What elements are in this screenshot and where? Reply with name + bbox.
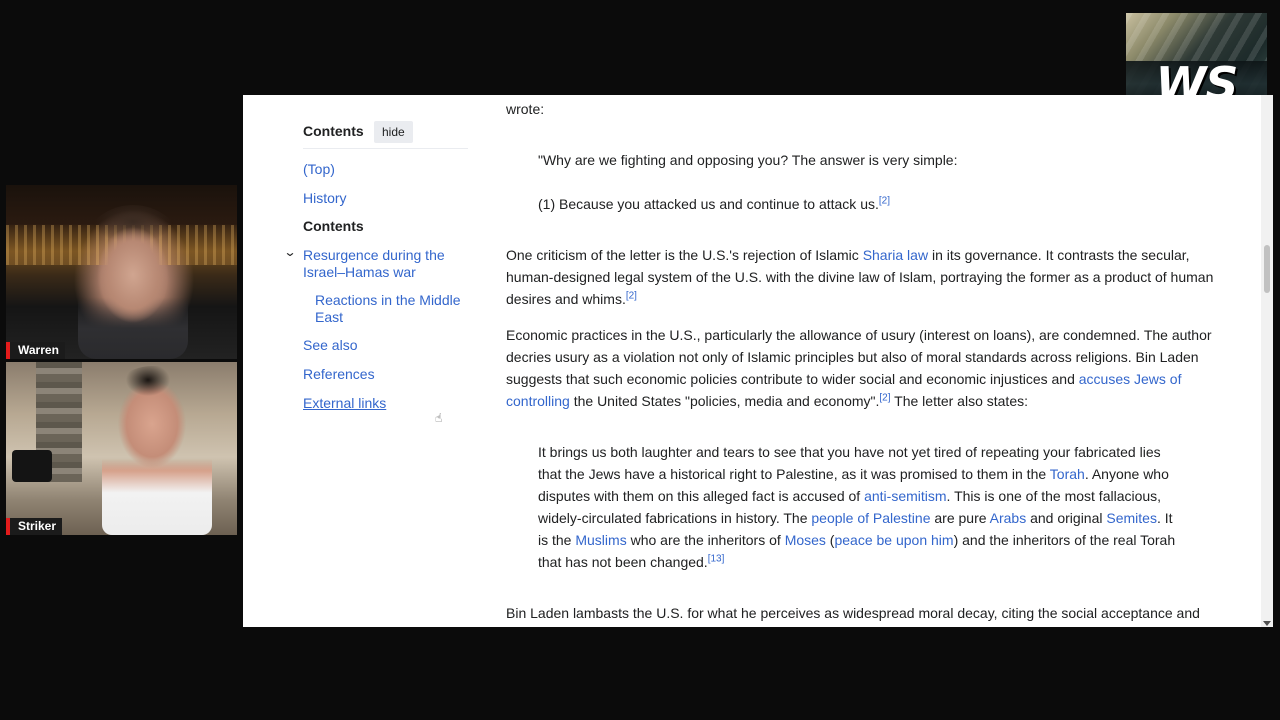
toc-hide-button[interactable]: hide xyxy=(374,121,413,143)
link-anti-semitism[interactable]: anti-semitism xyxy=(864,488,946,504)
paragraph-economic: Economic practices in the U.S., particul… xyxy=(506,327,1212,409)
person-striker xyxy=(102,366,212,535)
person-warren xyxy=(78,205,188,359)
citation-link[interactable]: [13] xyxy=(708,553,725,564)
cam-name-label: Striker xyxy=(6,518,63,535)
link-peace-be-upon-him[interactable]: peace be upon him xyxy=(834,532,953,548)
divider xyxy=(303,148,468,149)
quote-line-1: "Why are we fighting and opposing you? T… xyxy=(538,152,958,168)
toc-item-references[interactable]: References xyxy=(303,366,468,383)
blockquote-palestine: It brings us both laughter and tears to … xyxy=(538,444,1176,570)
toc-item-see-also[interactable]: See also xyxy=(303,337,468,354)
toc-title: Contents xyxy=(303,123,364,139)
toc-item-top[interactable]: (Top) xyxy=(303,161,468,178)
scrollbar-thumb[interactable] xyxy=(1264,245,1270,293)
citation-link[interactable]: [2] xyxy=(879,195,890,206)
link-arabs[interactable]: Arabs xyxy=(990,510,1027,526)
citation-link[interactable]: [2] xyxy=(626,290,637,301)
toc-item-reactions[interactable]: Reactions in the Middle East xyxy=(315,292,470,326)
link-muslims[interactable]: Muslims xyxy=(575,532,626,548)
toc-item-external-links[interactable]: External links xyxy=(303,395,468,412)
piano xyxy=(12,450,52,482)
paragraph-sharia: One criticism of the letter is the U.S.'… xyxy=(506,247,1214,307)
paragraph-moral-decay: Bin Laden lambasts the U.S. for what he … xyxy=(506,605,1200,621)
webcam-striker: Striker xyxy=(6,362,237,535)
toc-item-contents[interactable]: Contents xyxy=(303,218,468,235)
scroll-down-arrow-icon[interactable] xyxy=(1263,621,1271,626)
wiki-page: Contents hide (Top) History Contents ⌄ R… xyxy=(243,95,1273,627)
citation-link[interactable]: [2] xyxy=(879,392,890,403)
webcam-warren: Warren xyxy=(6,185,237,359)
chevron-down-icon[interactable]: ⌄ xyxy=(283,244,296,261)
link-people-of-palestine[interactable]: people of Palestine xyxy=(811,510,930,526)
cam-name-label: Warren xyxy=(6,342,65,359)
toc-header: Contents hide xyxy=(303,121,468,143)
quote-line-2: (1) Because you attacked us and continue… xyxy=(538,195,890,212)
link-sharia-law[interactable]: Sharia law xyxy=(863,247,928,263)
vertical-scrollbar[interactable] xyxy=(1261,95,1273,627)
toc-item-label: Resurgence during the Israel–Hamas war xyxy=(303,247,445,280)
link-torah[interactable]: Torah xyxy=(1050,466,1085,482)
toc-item-history[interactable]: History xyxy=(303,190,468,207)
link-moses[interactable]: Moses xyxy=(785,532,826,548)
toc-item-resurgence[interactable]: ⌄ Resurgence during the Israel–Hamas war xyxy=(283,245,468,281)
hand-cursor-icon: ☝ xyxy=(435,411,443,425)
paragraph-wrote: wrote: xyxy=(506,101,545,117)
link-semites[interactable]: Semites xyxy=(1106,510,1157,526)
